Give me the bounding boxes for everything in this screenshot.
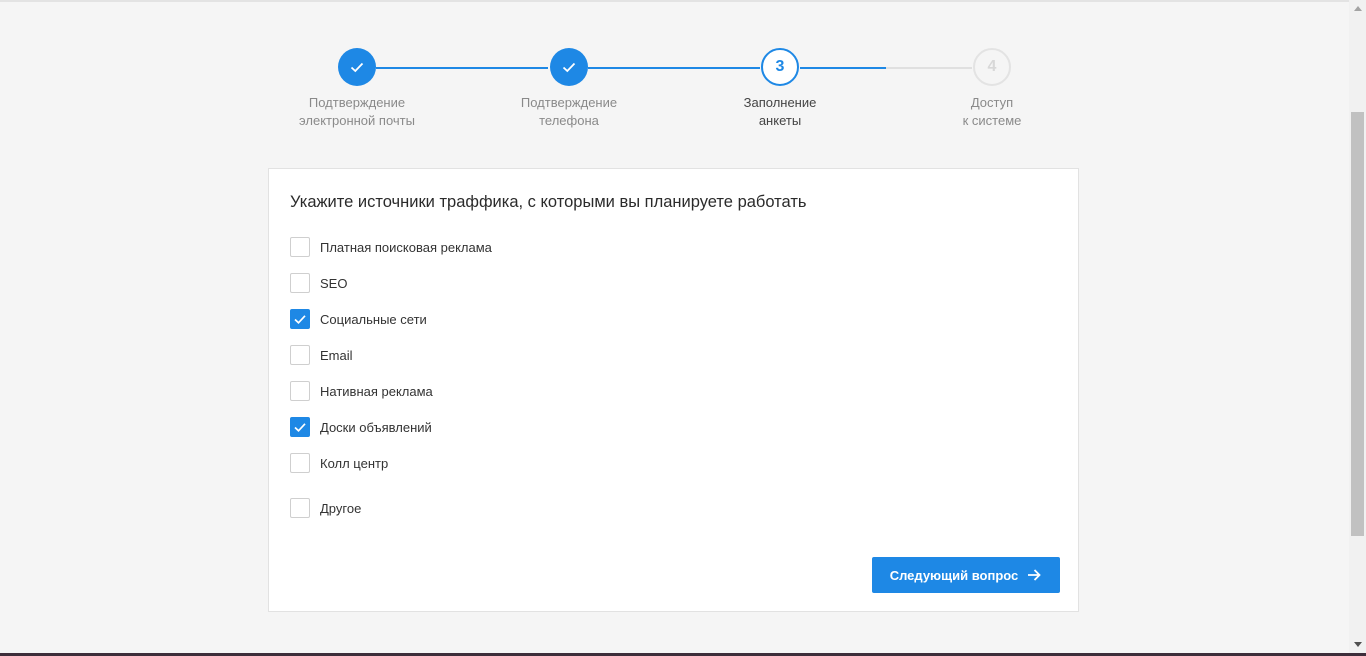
option-label: Нативная реклама	[320, 383, 433, 399]
checkbox-seo[interactable]	[290, 273, 310, 293]
traffic-sources-card: Укажите источники траффика, с которыми в…	[268, 168, 1079, 612]
option-label: Другое	[320, 500, 362, 516]
step-questionnaire: 3 Заполнение анкеты	[710, 48, 850, 130]
option-social-networks[interactable]: Социальные сети	[290, 309, 427, 329]
scroll-up-arrow-icon[interactable]	[1349, 0, 1366, 17]
step-3-label: Заполнение анкеты	[743, 95, 817, 128]
step-4-label: Доступ к системе	[962, 95, 1022, 128]
vertical-scrollbar[interactable]	[1349, 0, 1366, 653]
option-label: Платная поисковая реклама	[320, 239, 492, 255]
checkbox-paid-search[interactable]	[290, 237, 310, 257]
option-classifieds[interactable]: Доски объявлений	[290, 417, 432, 437]
checkbox-native-ads[interactable]	[290, 381, 310, 401]
option-label: Email	[320, 347, 353, 363]
step-1-label: Подтверждение электронной почты	[299, 95, 415, 128]
step-4-number: 4	[973, 48, 1011, 86]
step-1-check-icon	[338, 48, 376, 86]
option-call-center[interactable]: Колл центр	[290, 453, 388, 473]
step-phone-confirmation: Подтверждение телефона	[499, 48, 639, 130]
top-border	[0, 0, 1366, 2]
option-label: Колл центр	[320, 455, 389, 471]
checkbox-email[interactable]	[290, 345, 310, 365]
option-label: Доски объявлений	[320, 419, 432, 435]
option-native-ads[interactable]: Нативная реклама	[290, 381, 433, 401]
step-3-number: 3	[761, 48, 799, 86]
checkbox-other[interactable]	[290, 498, 310, 518]
option-label: Социальные сети	[320, 311, 427, 327]
arrow-right-icon	[1026, 567, 1042, 583]
option-label: SEO	[320, 275, 348, 291]
step-2-label: Подтверждение телефона	[520, 95, 618, 128]
next-question-label: Следующий вопрос	[889, 567, 1019, 583]
checkbox-classifieds[interactable]	[290, 417, 310, 437]
option-email[interactable]: Email	[290, 345, 353, 365]
checkmark-icon	[294, 423, 306, 433]
step-email-confirmation: Подтверждение электронной почты	[287, 48, 427, 130]
option-other[interactable]: Другое	[290, 498, 361, 518]
checkbox-call-center[interactable]	[290, 453, 310, 473]
next-question-button[interactable]: Следующий вопрос	[872, 557, 1060, 593]
option-seo[interactable]: SEO	[290, 273, 347, 293]
step-system-access: 4 Доступ к системе	[922, 48, 1062, 130]
checkbox-social-networks[interactable]	[290, 309, 310, 329]
step-2-check-icon	[550, 48, 588, 86]
scroll-down-arrow-icon[interactable]	[1349, 636, 1366, 653]
form-title: Укажите источники траффика, с которыми в…	[290, 193, 807, 211]
checkmark-icon	[294, 315, 306, 325]
progress-stepper: Подтверждение электронной почты Подтверж…	[290, 48, 1070, 138]
scrollbar-thumb[interactable]	[1351, 112, 1364, 536]
option-paid-search[interactable]: Платная поисковая реклама	[290, 237, 492, 257]
